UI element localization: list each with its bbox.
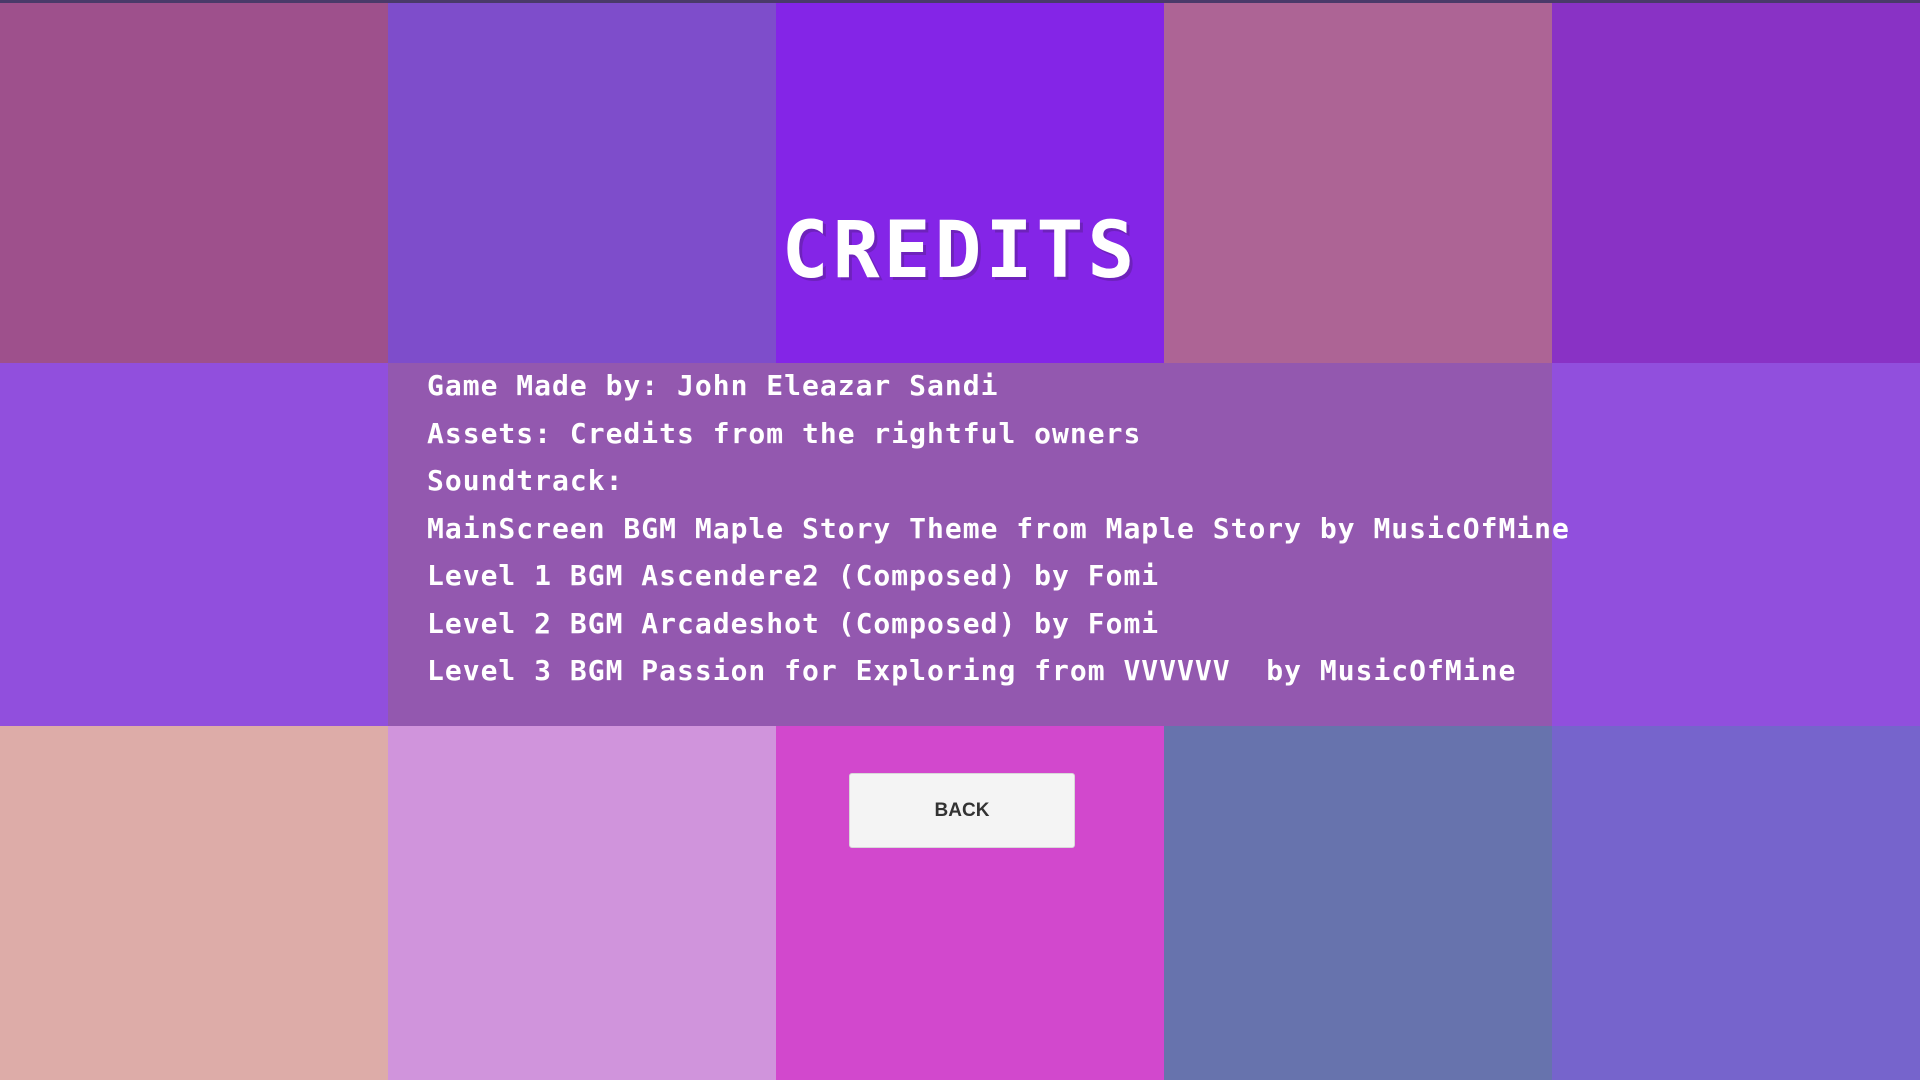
credit-line-soundtrack-heading: Soundtrack: [427, 464, 624, 497]
window-top-border [0, 0, 1920, 3]
background-tile [1552, 0, 1920, 363]
credit-line-mainscreen-bgm: MainScreen BGM Maple Story Theme from Ma… [427, 511, 1570, 545]
credits-title: CREDITS [781, 206, 1139, 296]
background-tile [0, 726, 388, 1080]
background-tile [1164, 0, 1552, 363]
credits-screen: CREDITS Game Made by: John Eleazar Sandi… [0, 0, 1920, 1080]
credit-line-level-1-bgm: Level 1 BGM Ascendere2 (Composed) by Fom… [427, 559, 1160, 592]
background-tile [1164, 726, 1552, 1080]
background-tile [388, 0, 776, 363]
back-button[interactable]: BACK [849, 773, 1075, 848]
background-tile [388, 726, 776, 1080]
background-tile [0, 363, 388, 726]
background-tile [776, 0, 1164, 363]
credit-line-creator: Game Made by: John Eleazar Sandi [427, 369, 999, 402]
credits-list: Game Made by: John Eleazar Sandi Assets:… [427, 362, 1787, 695]
credit-line-level-2-bgm: Level 2 BGM Arcadeshot (Composed) by Fom… [427, 606, 1160, 640]
credit-line-assets: Assets: Credits from the rightful owners [427, 416, 1142, 450]
background-tile [1552, 726, 1920, 1080]
credit-line-level-3-bgm: Level 3 BGM Passion for Exploring from V… [427, 654, 1517, 687]
background-tile [0, 0, 388, 363]
